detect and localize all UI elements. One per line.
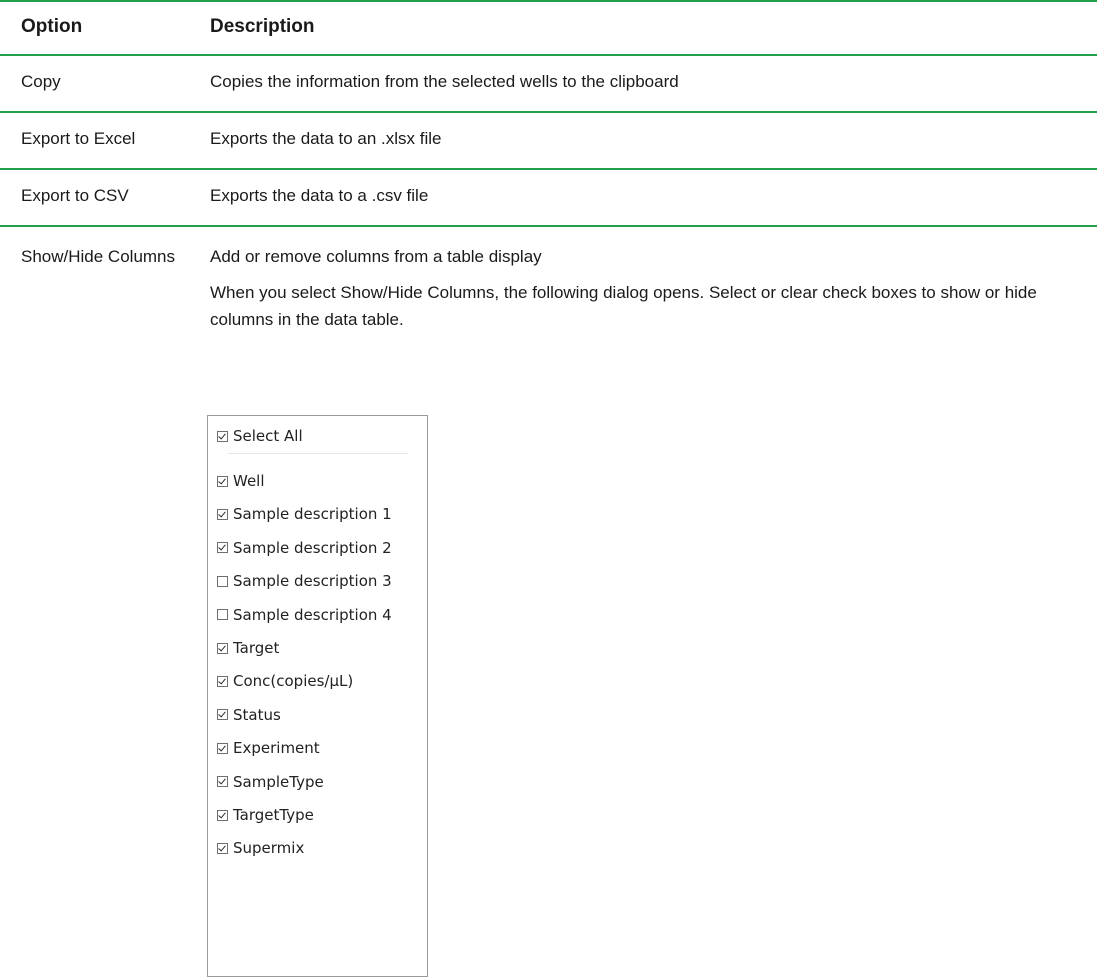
column-checkbox[interactable]: SampleType [217,772,324,792]
table-row: Copy Copies the information from the sel… [0,56,1097,111]
checkbox-label: TargetType [233,806,314,824]
checkbox-icon [217,642,228,654]
table-row: Export to CSV Exports the data to a .csv… [0,170,1097,225]
checkbox-icon [217,675,228,687]
checkbox-label: Target [233,639,280,657]
description-cell: Exports the data to an .xlsx file [210,129,442,148]
show-hide-columns-dialog: Select All Well Sample description 1 Sampl… [207,415,428,977]
column-checkbox[interactable]: Sample description 1 [217,504,392,524]
options-table: Option Description Copy Copies the infor… [0,0,1097,977]
table-row: Export to Excel Exports the data to an .… [0,113,1097,168]
checkbox-icon [217,508,228,520]
column-checkbox[interactable]: Supermix [217,838,304,858]
column-checkbox[interactable]: Experiment [217,738,320,758]
checkbox-icon [217,609,228,621]
checkbox-label: SampleType [233,772,324,791]
checkbox-icon [217,542,228,554]
checkbox-icon [217,742,228,754]
table-row: Show/Hide Columns Add or remove columns … [0,227,1097,977]
header-description: Description [210,16,315,37]
column-checkbox[interactable]: Target [217,638,279,658]
column-checkbox[interactable]: Well [217,471,265,491]
option-cell: Export to Excel [21,129,136,148]
checkbox-icon [217,842,228,854]
option-cell: Export to CSV [21,186,129,205]
checkbox-label: Conc(copies/µL) [233,672,354,691]
checkbox-label: Sample description 3 [233,572,392,591]
description-cell: Add or remove columns from a table displ… [210,243,1080,342]
checkbox-icon [217,475,228,487]
checkbox-label: Sample description 1 [233,505,392,524]
column-checkbox[interactable]: Sample description 4 [217,605,392,625]
option-cell: Copy [21,72,61,91]
description-line: Add or remove columns from a table displ… [210,247,542,266]
checkbox-label: Supermix [233,839,305,858]
description-cell: Exports the data to a .csv file [210,186,429,205]
checkbox-label: Sample description 2 [233,538,392,557]
option-cell: Show/Hide Columns [21,247,176,266]
column-checkbox[interactable]: Conc(copies/µL) [217,671,353,691]
checkbox-label: Select All [233,427,303,445]
select-all-checkbox[interactable]: Select All [217,426,303,446]
checkbox-label: Experiment [233,739,320,758]
header-option: Option [21,16,83,37]
description-line: When you select Show/Hide Columns, the f… [210,283,1037,329]
checkbox-label: Status [233,705,281,724]
dialog-separator [228,453,408,454]
column-checkbox[interactable]: Sample description 3 [217,571,392,591]
column-checkbox[interactable]: Sample description 2 [217,538,392,558]
column-checkbox[interactable]: Status [217,705,281,725]
table-header-row: Option Description [0,2,1097,54]
column-checkbox[interactable]: TargetType [217,805,314,825]
checkbox-icon [217,776,228,788]
checkbox-label: Well [233,472,265,490]
description-cell: Copies the information from the selected… [210,72,679,91]
checkbox-label: Sample description 4 [233,605,392,624]
checkbox-icon [217,709,228,721]
checkbox-icon [217,575,228,587]
checkbox-icon [217,809,228,821]
checkbox-icon [217,430,228,442]
